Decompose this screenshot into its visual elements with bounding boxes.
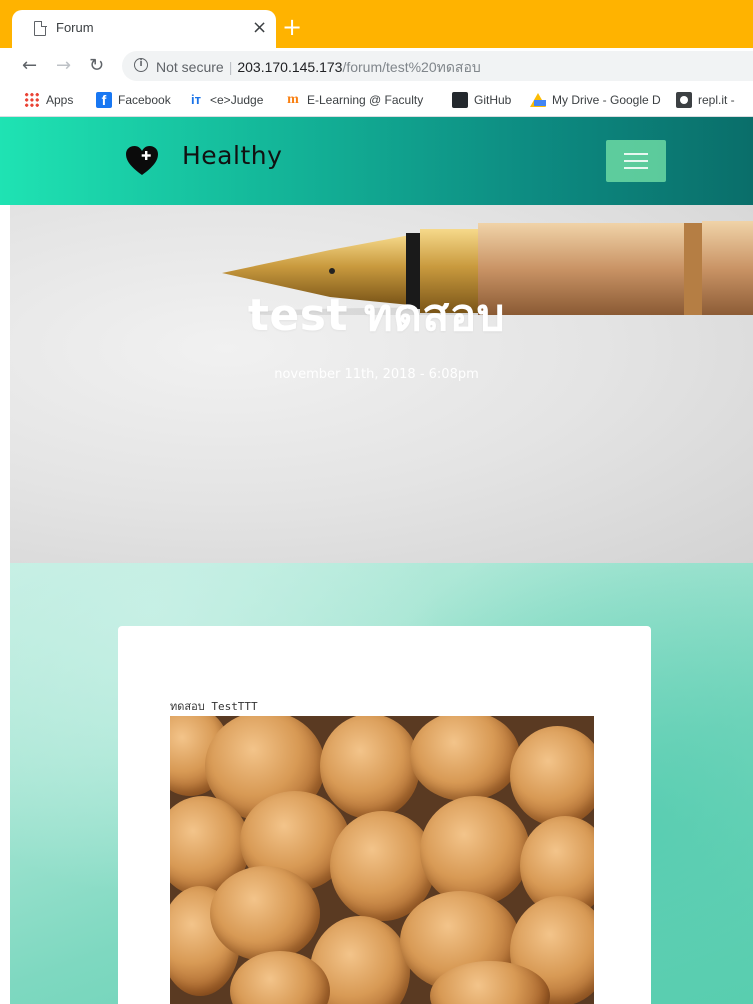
url-path: /forum/test%20ทดสอบ	[342, 59, 481, 75]
judge-icon: iт	[191, 92, 201, 107]
bookmark-label: GitHub	[474, 93, 512, 107]
menu-line	[624, 167, 648, 169]
post-body-text: ทดสอบ TestTTT	[170, 700, 258, 713]
apps-icon	[24, 92, 40, 108]
bookmark-label: My Drive - Google D	[552, 93, 661, 107]
bookmark-label: Facebook	[118, 93, 171, 107]
bookmark-elearning[interactable]: m E-Learning @ Faculty	[285, 92, 423, 108]
facebook-icon: f	[96, 92, 112, 108]
address-bar[interactable]: i Not secure | 203.170.145.173/forum/test%…	[122, 51, 753, 81]
bookmark-github[interactable]: GitHub	[452, 92, 511, 108]
back-arrow-icon[interactable]: ←	[22, 54, 37, 78]
bookmarks-bar: Apps f Facebook iт <e>Judge m E-Learning…	[0, 84, 753, 117]
moodle-icon: m	[287, 92, 299, 107]
menu-line	[624, 153, 648, 155]
address-text: Not secure | 203.170.145.173/forum/test%20…	[156, 59, 481, 75]
page-edge	[0, 205, 10, 563]
page-icon	[34, 20, 47, 36]
browser-tab-strip: Forum × +	[0, 0, 753, 48]
browser-tab[interactable]: Forum ×	[12, 10, 276, 48]
post-title: test ทดสอบ	[247, 290, 506, 341]
bookmark-drive[interactable]: My Drive - Google D	[530, 92, 661, 108]
bookmark-judge[interactable]: iт <e>Judge	[188, 92, 263, 108]
bookmark-facebook[interactable]: f Facebook	[96, 92, 171, 108]
bookmark-label: <e>Judge	[210, 93, 264, 107]
github-icon	[452, 92, 468, 108]
site-brand[interactable]: Healthy	[182, 141, 282, 170]
close-tab-icon[interactable]: ×	[252, 16, 267, 40]
browser-toolbar: ← → ↻ i Not secure | 203.170.145.173/forum…	[0, 48, 753, 84]
bookmark-apps[interactable]: Apps	[24, 92, 73, 108]
url-host: 203.170.145.173	[237, 59, 343, 75]
replit-icon	[676, 92, 692, 108]
forward-arrow-icon[interactable]: →	[56, 54, 71, 78]
tab-title: Forum	[56, 20, 94, 35]
hamburger-menu-button[interactable]	[606, 140, 666, 182]
security-label: Not secure	[156, 59, 224, 75]
drive-icon	[530, 92, 546, 108]
page-edge	[0, 563, 10, 1004]
hero-banner	[0, 205, 753, 563]
bookmark-label: Apps	[46, 93, 74, 107]
reload-icon[interactable]: ↻	[89, 54, 104, 78]
new-tab-button[interactable]: +	[282, 15, 302, 39]
post-date: november 11th, 2018 - 6:08pm	[274, 367, 479, 382]
bookmark-label: repl.it -	[698, 93, 735, 107]
bookmark-replit[interactable]: repl.it -	[676, 92, 735, 108]
menu-line	[624, 160, 648, 162]
info-icon[interactable]: i	[134, 58, 148, 72]
bookmark-label: E-Learning @ Faculty	[307, 93, 424, 107]
onion-photo	[170, 716, 594, 1004]
heart-plus-icon[interactable]	[125, 145, 159, 177]
